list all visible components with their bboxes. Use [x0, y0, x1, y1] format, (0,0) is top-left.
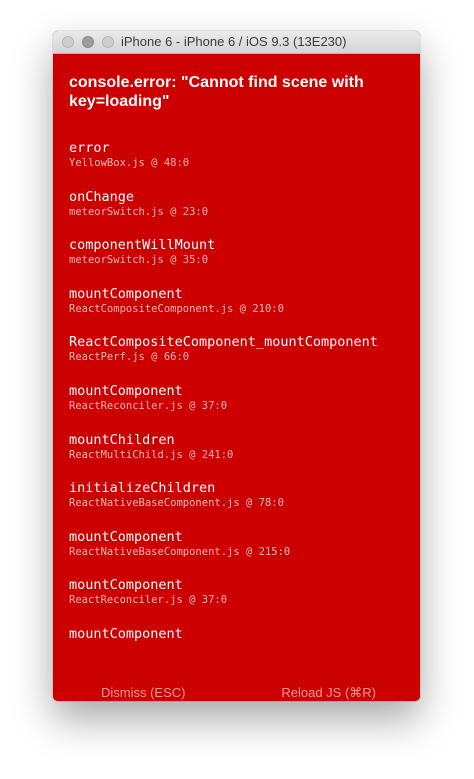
window-title: iPhone 6 - iPhone 6 / iOS 9.3 (13E230) [121, 34, 347, 49]
frame-file: meteorSwitch.js @ 35:0 [69, 254, 209, 267]
frame-file: meteorSwitch.js @ 23:0 [69, 205, 209, 218]
frame-method: error [69, 140, 110, 156]
frame-method: mountComponent [69, 577, 183, 594]
redbox-footer: Dismiss (ESC) Reload JS (⌘R) [53, 685, 420, 701]
frame-method: mountComponent [69, 528, 183, 545]
redbox-error-screen: console.error: "Cannot find scene with k… [53, 54, 420, 701]
stack-frame[interactable]: mountComponent ReactNativeBaseComponent.… [69, 529, 420, 578]
minimize-window-button[interactable] [82, 36, 94, 48]
stack-frame[interactable]: error YellowBox.js @ 48:0 [69, 140, 420, 189]
frame-method: mountComponent [69, 285, 183, 302]
frame-file: ReactReconciler.js @ 37:0 [69, 399, 228, 412]
error-message: console.error: "Cannot find scene with k… [69, 74, 364, 110]
frame-method: componentWillMount [69, 237, 216, 254]
frame-file: ReactMultiChild.js @ 241:0 [69, 448, 234, 461]
stack-frame[interactable]: ReactCompositeComponent_mountComponent R… [69, 334, 420, 383]
frame-method: mountComponent [69, 625, 183, 642]
stack-frame[interactable]: mountComponent [69, 626, 420, 675]
frame-method: ReactCompositeComponent_mountComponent [69, 334, 378, 351]
stack-frame[interactable]: mountChildren ReactMultiChild.js @ 241:0 [69, 432, 420, 481]
stack-trace: error YellowBox.js @ 48:0 onChange meteo… [69, 140, 420, 675]
close-window-button[interactable] [62, 36, 74, 48]
stack-frame[interactable]: onChange meteorSwitch.js @ 23:0 [69, 189, 420, 238]
stack-frame[interactable]: mountComponent ReactReconciler.js @ 37:0 [69, 577, 420, 626]
stack-frame[interactable]: mountComponent ReactCompositeComponent.j… [69, 286, 420, 335]
frame-file: ReactPerf.js @ 66:0 [69, 351, 190, 364]
frame-method: onChange [69, 188, 135, 205]
reload-js-button[interactable]: Reload JS (⌘R) [281, 685, 376, 701]
frame-file: ReactNativeBaseComponent.js @ 78:0 [69, 497, 284, 510]
stack-frame[interactable]: initializeChildren ReactNativeBaseCompon… [69, 480, 420, 529]
frame-method: mountComponent [69, 382, 183, 399]
frame-file: ReactCompositeComponent.js @ 210:0 [69, 302, 284, 315]
stack-frame[interactable]: componentWillMount meteorSwitch.js @ 35:… [69, 237, 420, 286]
dismiss-button[interactable]: Dismiss (ESC) [101, 685, 186, 700]
frame-method: mountChildren [69, 431, 175, 448]
title-bar[interactable]: iPhone 6 - iPhone 6 / iOS 9.3 (13E230) [53, 31, 420, 54]
frame-method: initializeChildren [69, 480, 216, 497]
zoom-window-button[interactable] [102, 36, 114, 48]
frame-file: YellowBox.js @ 48:0 [69, 157, 190, 169]
stack-frame[interactable]: mountComponent ReactReconciler.js @ 37:0 [69, 383, 420, 432]
frame-file: ReactNativeBaseComponent.js @ 215:0 [69, 545, 291, 558]
frame-file: ReactReconciler.js @ 37:0 [69, 594, 228, 607]
simulator-window: iPhone 6 - iPhone 6 / iOS 9.3 (13E230) c… [53, 31, 420, 701]
